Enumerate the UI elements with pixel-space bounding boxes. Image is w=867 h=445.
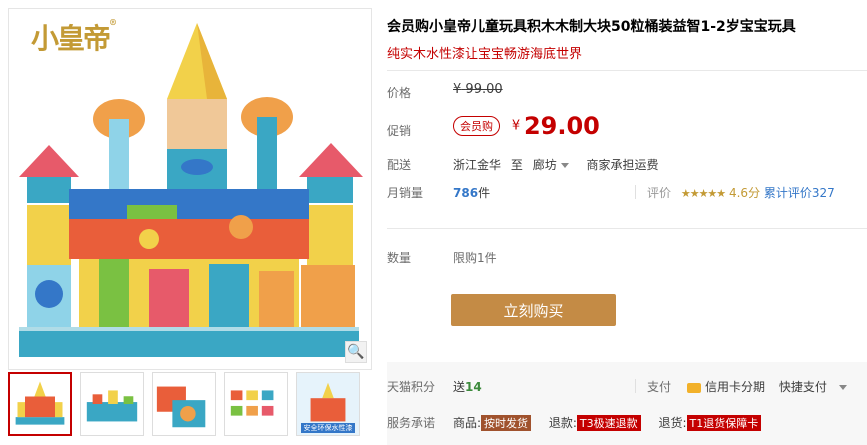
vertical-divider [635,185,636,199]
rating-stars-icon: ★★★★★ [680,187,726,200]
reviews-link[interactable]: 累计评价327 [764,186,835,200]
ship-from: 浙江金华 [453,158,502,172]
thumbnail-3[interactable] [152,372,216,436]
payment-options[interactable]: 信用卡分期 快捷支付 [687,378,847,395]
delivery-info: 浙江金华 至 廊坊 商家承担运费 [453,158,659,172]
price-label: 价格 [387,86,412,100]
thumbnail-2[interactable] [80,372,144,436]
payment-label: 支付 [647,380,672,394]
service-panel: 天猫积分 送14 支付 信用卡分期 快捷支付 服务承诺 商品: 按时发货 退款: T… [387,362,867,445]
thumbnail-1[interactable] [8,372,72,436]
vertical-divider [635,379,636,393]
member-badge: 会员购 [453,116,500,136]
ship-to-select[interactable]: 廊坊 [533,158,569,172]
sales-label: 月销量 [387,186,424,200]
sale-price: 29.00 [523,112,600,140]
credit-card-icon [687,382,701,393]
service-items: 商品: 按时发货 退款: T3极速退款 退货: T1退货保障卡 [453,414,762,431]
points-label: 天猫积分 [387,380,436,394]
product-info: 会员购小皇帝儿童玩具积木木制大块50粒桶装益智1-2岁宝宝玩具 纯实木水性漆让宝… [387,0,867,445]
points-value: 送14 [453,380,482,394]
promo-label: 促销 [387,124,412,138]
thumbnail-4[interactable] [224,372,288,436]
chevron-down-icon[interactable] [838,385,847,390]
promo-price: 会员购 ¥ 29.00 [453,112,600,140]
product-subtitle: 纯实木水性漆让宝宝畅游海底世界 [387,47,583,62]
zoom-search-icon[interactable]: 🔍 [345,341,367,363]
service-tag-refund[interactable]: T3极速退款 [576,415,641,431]
buy-now-button[interactable]: 立刻购买 [451,294,616,326]
rating: 评价 ★★★★★ 4.6分 累计评价327 [647,186,835,200]
thumbnail-5[interactable]: 安全环保水性漆 [296,372,360,436]
service-tag-delivery[interactable]: 按时发货 [481,415,532,431]
original-price: ¥ 99.00 [453,82,503,97]
brand-logo: 小皇帝® [31,17,117,55]
delivery-label: 配送 [387,158,412,172]
chevron-down-icon [560,163,569,168]
thumbnail-badge: 安全环保水性漆 [301,423,355,433]
thumbnail-strip: 安全环保水性漆 [8,372,370,438]
divider [387,228,867,229]
quantity-label: 数量 [387,251,412,265]
service-label: 服务承诺 [387,416,436,430]
toy-castle-illustration [19,23,363,357]
purchase-limit: 限购1件 [453,251,497,265]
divider [387,70,867,71]
product-title: 会员购小皇帝儿童玩具积木木制大块50粒桶装益智1-2岁宝宝玩具 [387,19,796,35]
monthly-sales: 786件 [453,186,491,200]
shipping-fee: 商家承担运费 [586,158,659,172]
service-tag-return[interactable]: T1退货保障卡 [686,415,762,431]
product-main-image[interactable]: 小皇帝® 🔍 [8,8,372,370]
